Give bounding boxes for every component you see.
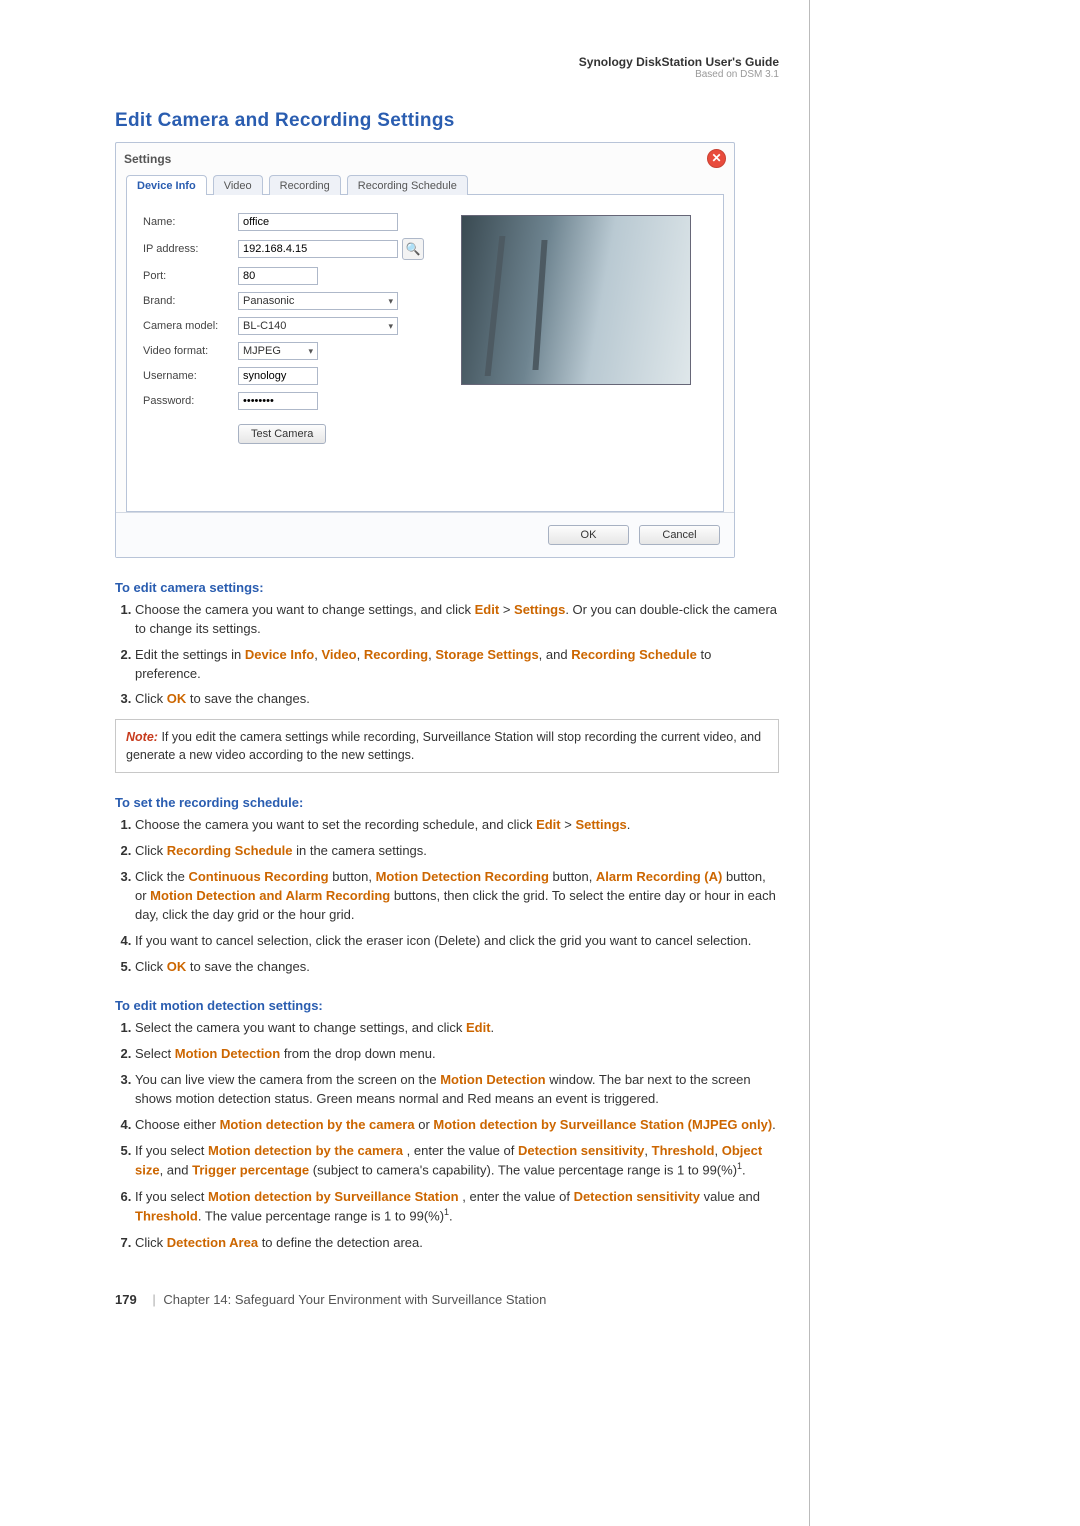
list-item: Click OK to save the changes. <box>135 958 779 977</box>
close-icon[interactable]: ✕ <box>707 149 726 168</box>
test-camera-button[interactable]: Test Camera <box>238 424 326 444</box>
chevron-down-icon: ▾ <box>388 321 393 332</box>
input-port[interactable] <box>238 267 318 285</box>
select-model-value: BL-C140 <box>243 320 286 332</box>
tab-recording-schedule[interactable]: Recording Schedule <box>347 175 468 195</box>
tab-body: Name: IP address: 🔍 Port: Brand: Panason… <box>126 194 724 512</box>
select-format[interactable]: MJPEG ▾ <box>238 342 318 360</box>
select-brand-value: Panasonic <box>243 295 294 307</box>
label-username: Username: <box>143 370 238 382</box>
input-username[interactable] <box>238 367 318 385</box>
section-edit-camera: To edit camera settings: <box>115 580 779 595</box>
tab-video[interactable]: Video <box>213 175 263 195</box>
chevron-down-icon: ▾ <box>388 296 393 307</box>
list-item: You can live view the camera from the sc… <box>135 1071 779 1109</box>
tab-recording[interactable]: Recording <box>269 175 341 195</box>
list-item: Choose the camera you want to set the re… <box>135 816 779 835</box>
doc-header: Synology DiskStation User's Guide Based … <box>115 55 779 80</box>
label-password: Password: <box>143 395 238 407</box>
footnote-ref: 1 <box>737 1161 742 1171</box>
label-port: Port: <box>143 270 238 282</box>
input-password[interactable] <box>238 392 318 410</box>
list-item: Click OK to save the changes. <box>135 690 779 709</box>
tab-row: Device Info Video Recording Recording Sc… <box>116 174 734 194</box>
list-item: If you select Motion detection by the ca… <box>135 1142 779 1181</box>
list-item: Choose the camera you want to change set… <box>135 601 779 639</box>
input-name[interactable] <box>238 213 398 231</box>
list-item: Select Motion Detection from the drop do… <box>135 1045 779 1064</box>
label-brand: Brand: <box>143 295 238 307</box>
list-item: If you want to cancel selection, click t… <box>135 932 779 951</box>
tab-device-info[interactable]: Device Info <box>126 175 207 195</box>
label-format: Video format: <box>143 345 238 357</box>
list-item: Click Detection Area to define the detec… <box>135 1234 779 1253</box>
list-item: Click the Continuous Recording button, M… <box>135 868 779 925</box>
label-name: Name: <box>143 216 238 228</box>
list-motion: Select the camera you want to change set… <box>115 1019 779 1252</box>
camera-preview <box>461 215 691 385</box>
list-edit-camera: Choose the camera you want to change set… <box>115 601 779 709</box>
input-ip[interactable] <box>238 240 398 258</box>
select-format-value: MJPEG <box>243 345 281 357</box>
list-item: Edit the settings in Device Info, Video,… <box>135 646 779 684</box>
chapter-title: Chapter 14: Safeguard Your Environment w… <box>163 1292 546 1307</box>
settings-dialog: Settings ✕ Device Info Video Recording R… <box>115 142 735 558</box>
search-icon[interactable]: 🔍 <box>402 238 424 260</box>
label-model: Camera model: <box>143 320 238 332</box>
select-model[interactable]: BL-C140 ▾ <box>238 317 398 335</box>
doc-subtitle: Based on DSM 3.1 <box>115 69 779 80</box>
note-label: Note: <box>126 730 158 744</box>
section-motion: To edit motion detection settings: <box>115 998 779 1013</box>
page-heading: Edit Camera and Recording Settings <box>115 110 779 132</box>
list-item: Choose either Motion detection by the ca… <box>135 1116 779 1135</box>
list-schedule: Choose the camera you want to set the re… <box>115 816 779 976</box>
select-brand[interactable]: Panasonic ▾ <box>238 292 398 310</box>
page-footer: 179 | Chapter 14: Safeguard Your Environ… <box>115 1292 779 1307</box>
chevron-down-icon: ▾ <box>308 346 313 357</box>
page-number: 179 <box>115 1292 137 1307</box>
list-item: Select the camera you want to change set… <box>135 1019 779 1038</box>
note-text: If you edit the camera settings while re… <box>126 730 761 762</box>
dialog-title: Settings <box>124 152 171 166</box>
section-schedule: To set the recording schedule: <box>115 795 779 810</box>
list-item: If you select Motion detection by Survei… <box>135 1188 779 1227</box>
label-ip: IP address: <box>143 243 238 255</box>
ok-button[interactable]: OK <box>548 525 629 545</box>
note-box: Note: If you edit the camera settings wh… <box>115 719 779 773</box>
footnote-ref: 1 <box>444 1207 449 1217</box>
doc-title: Synology DiskStation User's Guide <box>115 55 779 69</box>
cancel-button[interactable]: Cancel <box>639 525 720 545</box>
list-item: Click Recording Schedule in the camera s… <box>135 842 779 861</box>
